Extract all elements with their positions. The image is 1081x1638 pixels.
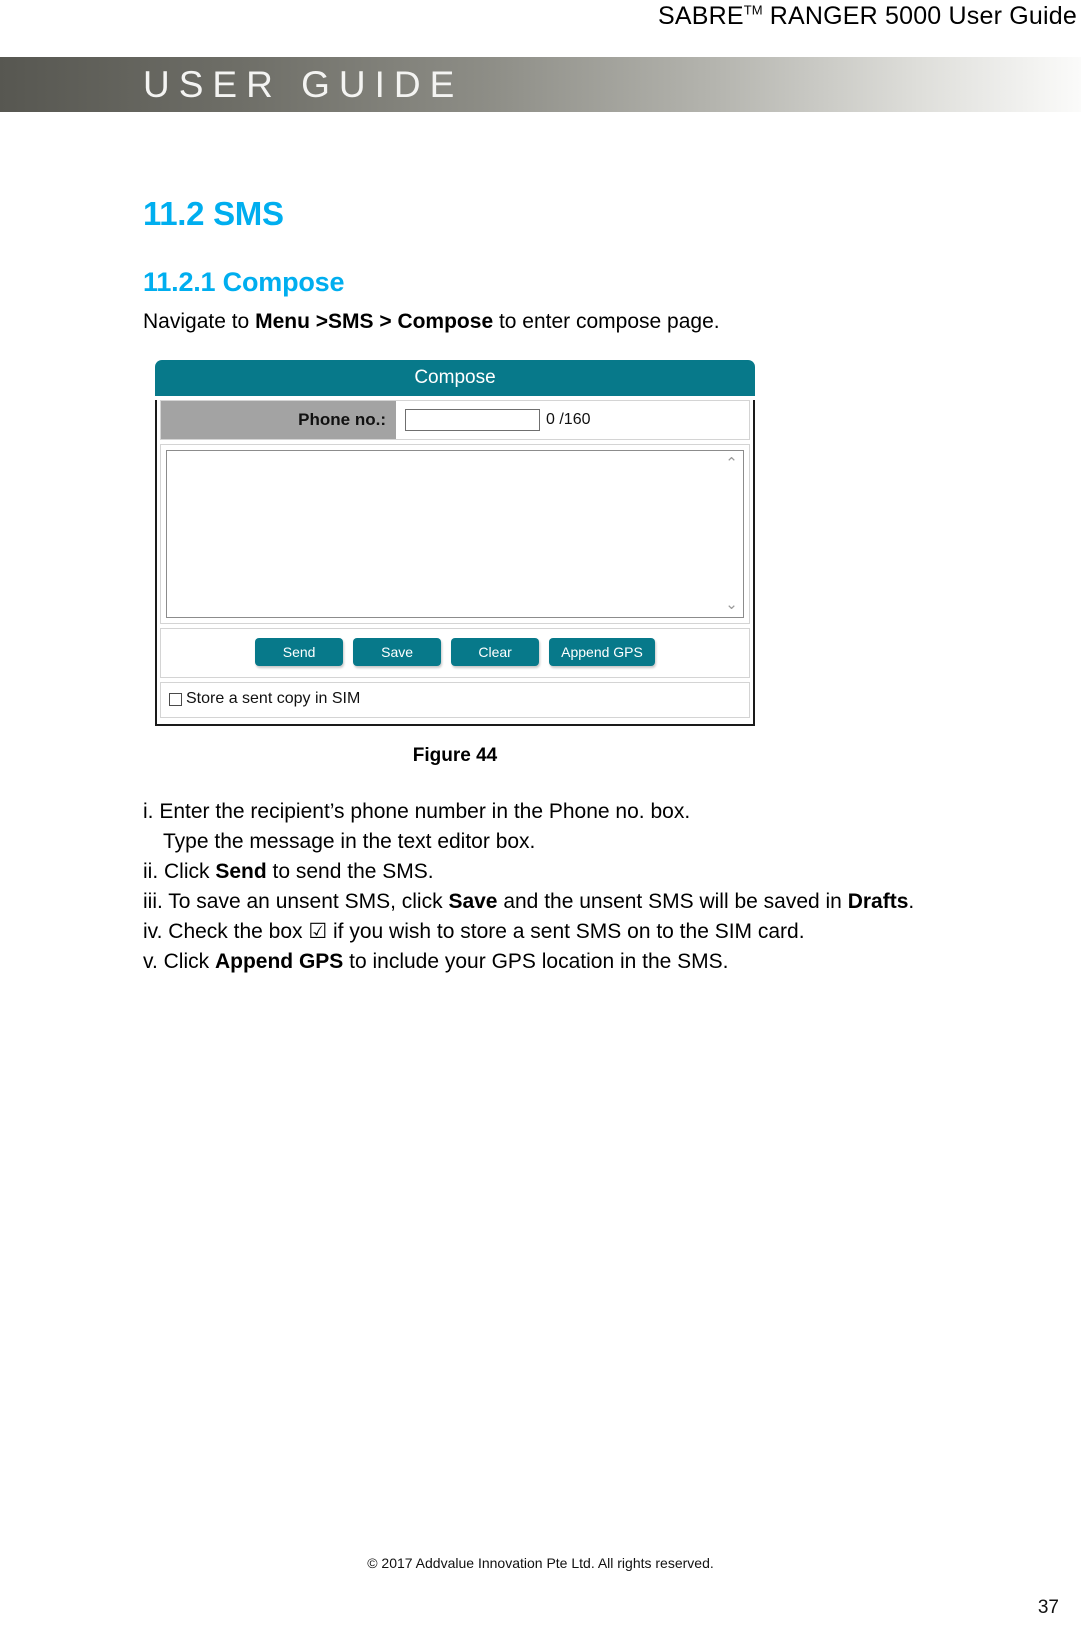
step-text-mid: and the unsent SMS will be saved in <box>497 890 848 913</box>
save-button[interactable]: Save <box>353 638 442 666</box>
step-text: Enter the recipient’s phone number in th… <box>159 800 691 823</box>
step-text: Click <box>164 860 216 883</box>
append-gps-button[interactable]: Append GPS <box>549 638 655 666</box>
list-item: ii. Click Send to send the SMS. <box>143 857 1023 887</box>
phone-number-label: Phone no.: <box>161 401 396 439</box>
phone-number-row: Phone no.: 0 /160 <box>160 400 750 440</box>
message-editor-row: ⌃ ⌄ <box>160 444 750 624</box>
document-title-rest: RANGER 5000 User Guide <box>762 2 1077 30</box>
scroll-up-icon[interactable]: ⌃ <box>724 456 739 471</box>
section-heading: 11.2 SMS <box>143 195 284 232</box>
intro-paragraph: Navigate to Menu >SMS > Compose to enter… <box>143 310 720 334</box>
subsection-heading: 11.2.1 Compose <box>143 267 345 297</box>
message-textarea-wrapper: ⌃ ⌄ <box>166 450 744 618</box>
intro-prefix: Navigate to <box>143 310 256 333</box>
character-counter: 0 /160 <box>546 411 591 428</box>
trademark-symbol: TM <box>743 2 763 18</box>
store-copy-checkbox[interactable] <box>169 692 182 706</box>
send-button[interactable]: Send <box>255 638 344 666</box>
step-number: i. <box>143 800 160 823</box>
message-textarea[interactable] <box>167 451 743 617</box>
intro-nav-path: Menu >SMS > Compose <box>255 310 494 333</box>
instruction-list: i. Enter the recipient’s phone number in… <box>143 797 1023 977</box>
phone-number-field-cell: 0 /160 <box>396 401 749 439</box>
store-copy-label: Store a sent copy in SIM <box>186 690 361 707</box>
list-item: v. Click Append GPS to include your GPS … <box>143 947 1023 977</box>
document-title-main: SABRE <box>658 2 744 30</box>
compose-action-buttons: Send Save Clear Append GPS <box>160 628 750 678</box>
step-emphasis: Append GPS <box>214 950 344 973</box>
list-item: iii. To save an unsent SMS, click Save a… <box>143 887 1023 917</box>
phone-number-input[interactable] <box>405 409 540 431</box>
step-emphasis-2: Drafts <box>847 890 909 913</box>
page-number: 37 <box>1037 1597 1059 1618</box>
compose-widget: Compose Phone no.: 0 /160 ⌃ ⌄ Send Save <box>155 360 755 726</box>
step-emphasis: Send <box>215 860 267 883</box>
page-header: SABRETM RANGER 5000 User Guide <box>0 0 1081 48</box>
list-item: Type the message in the text editor box. <box>143 827 1023 857</box>
banner-label: USER GUIDE <box>143 63 464 105</box>
figure-caption: Figure 44 <box>412 745 498 766</box>
list-item: iv. Check the box ☑ if you wish to store… <box>143 917 1023 947</box>
user-guide-banner: USER GUIDE <box>0 57 1081 112</box>
step-number: iv. <box>143 920 169 943</box>
step-number: iii. <box>143 890 169 913</box>
step-text: Type the message in the text editor box. <box>163 830 536 853</box>
list-item: i. Enter the recipient’s phone number in… <box>143 797 1023 827</box>
step-emphasis: Save <box>448 890 498 913</box>
document-title: SABRETM RANGER 5000 User Guide <box>658 2 1077 31</box>
step-text-tail: to include your GPS location in the SMS. <box>343 950 729 973</box>
step-text: To save an unsent SMS, click <box>168 890 449 913</box>
store-copy-row[interactable]: Store a sent copy in SIM <box>160 682 750 718</box>
step-text: Click <box>163 950 215 973</box>
clear-button[interactable]: Clear <box>451 638 540 666</box>
footer-copyright: © 2017 Addvalue Innovation Pte Ltd. All … <box>367 1555 714 1571</box>
step-text-tail: . <box>908 890 915 913</box>
compose-titlebar: Compose <box>155 360 755 396</box>
step-text-tail: to send the SMS. <box>266 860 434 883</box>
step-number: v. <box>143 950 164 973</box>
intro-suffix: to enter compose page. <box>493 310 720 333</box>
step-text: Check the box ☑ if you wish to store a s… <box>168 920 805 943</box>
scroll-down-icon[interactable]: ⌄ <box>724 597 739 612</box>
step-number: ii. <box>143 860 164 883</box>
compose-body: Phone no.: 0 /160 ⌃ ⌄ Send Save Clear Ap… <box>155 400 755 726</box>
